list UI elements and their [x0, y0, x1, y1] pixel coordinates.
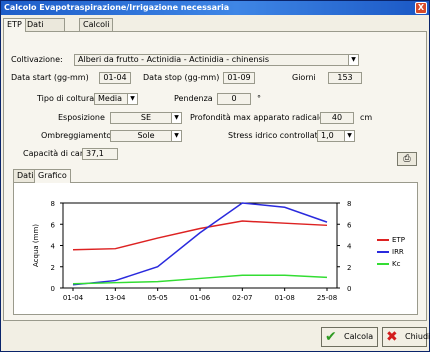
x-tick-label: 01-04	[63, 294, 84, 302]
x-tick-label: 13-04	[105, 294, 126, 302]
y2-tick-label: 4	[347, 243, 352, 251]
chevron-down-icon[interactable]: ▼	[171, 113, 181, 123]
legend-item-etp: ETP	[377, 235, 405, 245]
y-tick-label: 6	[51, 221, 56, 229]
legend-label-irr: IRR	[392, 248, 404, 256]
y2-tick-label: 2	[347, 264, 351, 272]
y2-tick-label: 0	[347, 285, 351, 293]
ombreggiamento-select[interactable]: Sole ▼	[110, 130, 182, 142]
x-tick-label: 05-05	[147, 294, 167, 302]
pendenza-field[interactable]: 0	[217, 93, 251, 105]
y-axis-label: Acqua (mm)	[32, 224, 40, 267]
esposizione-select[interactable]: SE ▼	[110, 112, 182, 124]
line-chart: 0 2 4 6 8 0 2 4 6 8 01-04 13-04 05-05 01-06 02-07 01-08…	[32, 200, 352, 302]
calcola-label: Calcola	[344, 332, 374, 341]
tab-grafico[interactable]: Grafico	[34, 169, 71, 183]
giorni-field: 153	[328, 72, 362, 84]
legend: ETP IRR Kc	[377, 235, 405, 269]
legend-swatch-kc	[377, 263, 389, 265]
tipo-coltura-select[interactable]: Media ▼	[94, 93, 138, 105]
chart-container: 0 2 4 6 8 0 2 4 6 8 01-04 13-04 05-05 01-06 02-07 01-08…	[13, 182, 418, 315]
x-tick-label: 02-07	[232, 294, 252, 302]
pendenza-label: Pendenza	[174, 94, 213, 103]
chiudi-button[interactable]: ✖ Chiudi	[382, 327, 430, 347]
data-start-label: Data start (gg-mm)	[11, 73, 89, 82]
legend-label-kc: Kc	[392, 260, 401, 268]
chevron-down-icon[interactable]: ▼	[171, 131, 181, 141]
ombreggiamento-label: Ombreggiamento	[41, 131, 112, 140]
y2-tick-label: 6	[347, 221, 352, 229]
coltivazione-select[interactable]: Alberi da frutto - Actinidia - Actinidia…	[74, 54, 359, 66]
x-tick-label: 01-08	[274, 294, 294, 302]
calcola-button[interactable]: ✔ Calcola	[321, 327, 378, 347]
y2-tick-label: 8	[347, 200, 351, 208]
dialog-window: Calcolo Evapotraspirazione/Irrigazione n…	[0, 0, 430, 352]
stress-value: 1,0	[321, 131, 334, 140]
legend-item-kc: Kc	[377, 259, 405, 269]
stress-select[interactable]: 1,0 ▼	[317, 130, 355, 142]
data-stop-label: Data stop (gg-mm)	[143, 73, 220, 82]
tab-calcoli[interactable]: Calcoli	[79, 18, 114, 31]
stress-label: Stress idrico controllato	[228, 131, 323, 140]
chevron-down-icon[interactable]: ▼	[348, 55, 358, 65]
checkmark-icon: ✔	[325, 329, 337, 345]
close-icon[interactable]: X	[415, 2, 427, 14]
y-tick-label: 8	[51, 200, 55, 208]
print-button[interactable]: ⎙	[397, 152, 417, 166]
button-bar: ✔ Calcola ✖ Chiudi	[1, 323, 430, 351]
close-x-icon: ✖	[386, 329, 398, 345]
capacita-field: 37,1	[82, 148, 118, 160]
tab-dati-progetto[interactable]: Dati progetto	[23, 18, 66, 41]
x-tick-label: 25-08	[317, 294, 337, 302]
tipo-coltura-value: Media	[98, 94, 123, 103]
printer-icon: ⎙	[403, 154, 411, 164]
chevron-down-icon[interactable]: ▼	[344, 131, 354, 141]
y-tick-label: 2	[51, 264, 55, 272]
legend-item-irr: IRR	[377, 247, 405, 257]
esposizione-label: Esposizione	[58, 113, 105, 122]
tab-etp[interactable]: ETP	[3, 18, 26, 32]
legend-swatch-irr	[377, 251, 389, 253]
y-tick-label: 4	[51, 243, 56, 251]
window-title: Calcolo Evapotraspirazione/Irrigazione n…	[4, 3, 230, 12]
profondita-unit: cm	[360, 113, 373, 122]
profondita-label: Profondità max apparato radicale	[190, 113, 324, 122]
coltivazione-label: Coltivazione:	[11, 55, 63, 64]
legend-label-etp: ETP	[392, 236, 405, 244]
title-bar[interactable]: Calcolo Evapotraspirazione/Irrigazione n…	[1, 1, 429, 15]
giorni-label: Giorni	[292, 73, 316, 82]
ombreggiamento-value: Sole	[137, 131, 155, 140]
legend-swatch-etp	[377, 239, 389, 241]
data-stop-field[interactable]: 01-09	[223, 72, 255, 84]
x-tick-label: 01-06	[190, 294, 211, 302]
profondita-field[interactable]: 40	[320, 112, 354, 124]
tipo-coltura-label: Tipo di coltura	[37, 94, 95, 103]
esposizione-value: SE	[140, 113, 152, 122]
data-start-field[interactable]: 01-04	[99, 72, 131, 84]
coltivazione-value: Alberi da frutto - Actinidia - Actinidia…	[78, 55, 270, 64]
chiudi-label: Chiudi	[405, 332, 430, 341]
pendenza-unit: °	[257, 94, 261, 103]
chevron-down-icon[interactable]: ▼	[127, 94, 137, 104]
y-tick-label: 0	[51, 285, 55, 293]
